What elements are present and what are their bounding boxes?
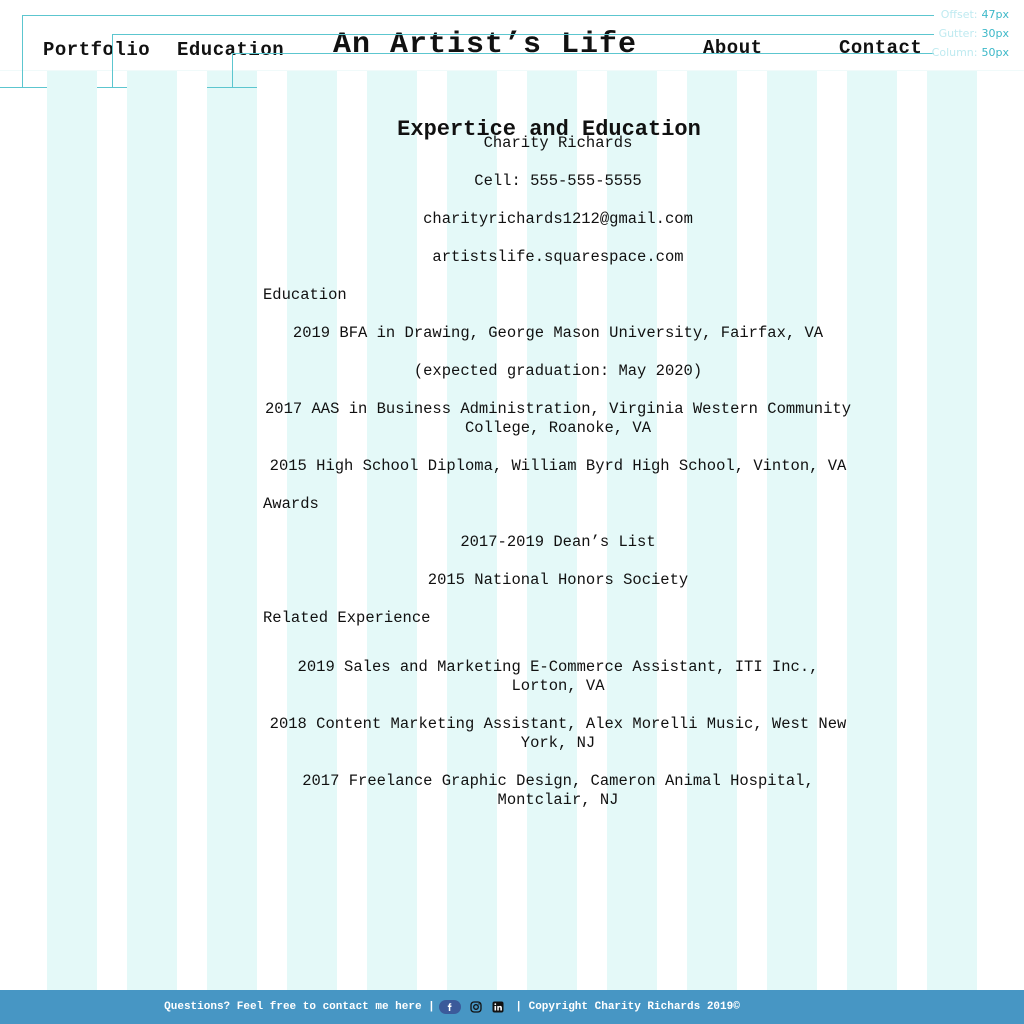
footer-inner: Questions? Feel free to contact me here … [164, 1000, 740, 1014]
contact-website[interactable]: artistslife.squarespace.com [263, 248, 853, 267]
education-item: 2015 High School Diploma, William Byrd H… [269, 457, 847, 475]
education-item: 2017 AAS in Business Administration, Vir… [265, 400, 851, 437]
legend-offset-label: Offset: [940, 8, 978, 21]
offset-guide-line [22, 15, 23, 88]
experience-item: 2019 Sales and Marketing E-Commerce Assi… [297, 658, 819, 695]
footer-copyright: | Copyright Charity Richards 2019© [508, 1001, 740, 1013]
legend-gutter-value: 30px [981, 27, 1010, 40]
award-item: 2015 National Honors Society [427, 571, 689, 589]
gutter-guide-line [112, 34, 113, 88]
grid-column [127, 70, 177, 990]
gutter-guide-line [112, 34, 934, 35]
legend-column-value: 50px [981, 46, 1010, 59]
education-heading: Education [263, 286, 347, 304]
column-guide-line [232, 53, 233, 88]
experience-heading: Related Experience [263, 609, 431, 627]
nav-contact-link[interactable]: Contact [839, 37, 922, 59]
column-guide-line [207, 87, 257, 88]
experience-item: 2017 Freelance Graphic Design, Cameron A… [302, 772, 814, 809]
nav-about-link[interactable]: About [703, 37, 763, 59]
gutter-guide-line [97, 87, 127, 88]
grid-column [847, 70, 897, 990]
grid-legend: Offset: 47px Gutter: 30px Column: 50px [932, 5, 1009, 62]
legend-column: Column: 50px [932, 43, 1009, 62]
awards-heading: Awards [263, 495, 319, 513]
experience-item: 2018 Content Marketing Assistant, Alex M… [269, 715, 847, 752]
column-guide-line [232, 53, 934, 54]
linkedin-icon[interactable] [491, 1000, 505, 1014]
grid-column [47, 70, 97, 990]
legend-offset-value: 47px [981, 8, 1010, 21]
resume-content: Charity Richards Cell: 555-555-5555 char… [263, 134, 853, 829]
offset-guide-line [22, 15, 934, 16]
grid-column [207, 70, 257, 990]
legend-gutter: Gutter: 30px [932, 24, 1009, 43]
award-item: 2017-2019 Dean’s List [460, 533, 656, 551]
contact-name: Charity Richards [483, 134, 633, 152]
nav-education-link[interactable]: Education [177, 39, 284, 61]
offset-guide-line [0, 87, 47, 88]
education-item: (expected graduation: May 2020) [413, 362, 703, 380]
legend-column-label: Column: [931, 46, 978, 59]
site-header: Portfolio Education An Artist’s Life Abo… [0, 0, 1024, 71]
education-item: 2019 BFA in Drawing, George Mason Univer… [292, 324, 824, 342]
nav-portfolio-link[interactable]: Portfolio [43, 39, 150, 61]
contact-email[interactable]: charityrichards1212@gmail.com [263, 210, 853, 229]
facebook-icon[interactable] [438, 1000, 461, 1014]
grid-column [927, 70, 977, 990]
instagram-icon[interactable] [469, 1000, 483, 1014]
legend-offset: Offset: 47px [932, 5, 1009, 24]
footer-contact-text[interactable]: Questions? Feel free to contact me here … [164, 1001, 435, 1013]
legend-gutter-label: Gutter: [938, 27, 978, 40]
site-footer: Questions? Feel free to contact me here … [0, 990, 1024, 1024]
contact-cell: Cell: 555-555-5555 [474, 172, 642, 190]
